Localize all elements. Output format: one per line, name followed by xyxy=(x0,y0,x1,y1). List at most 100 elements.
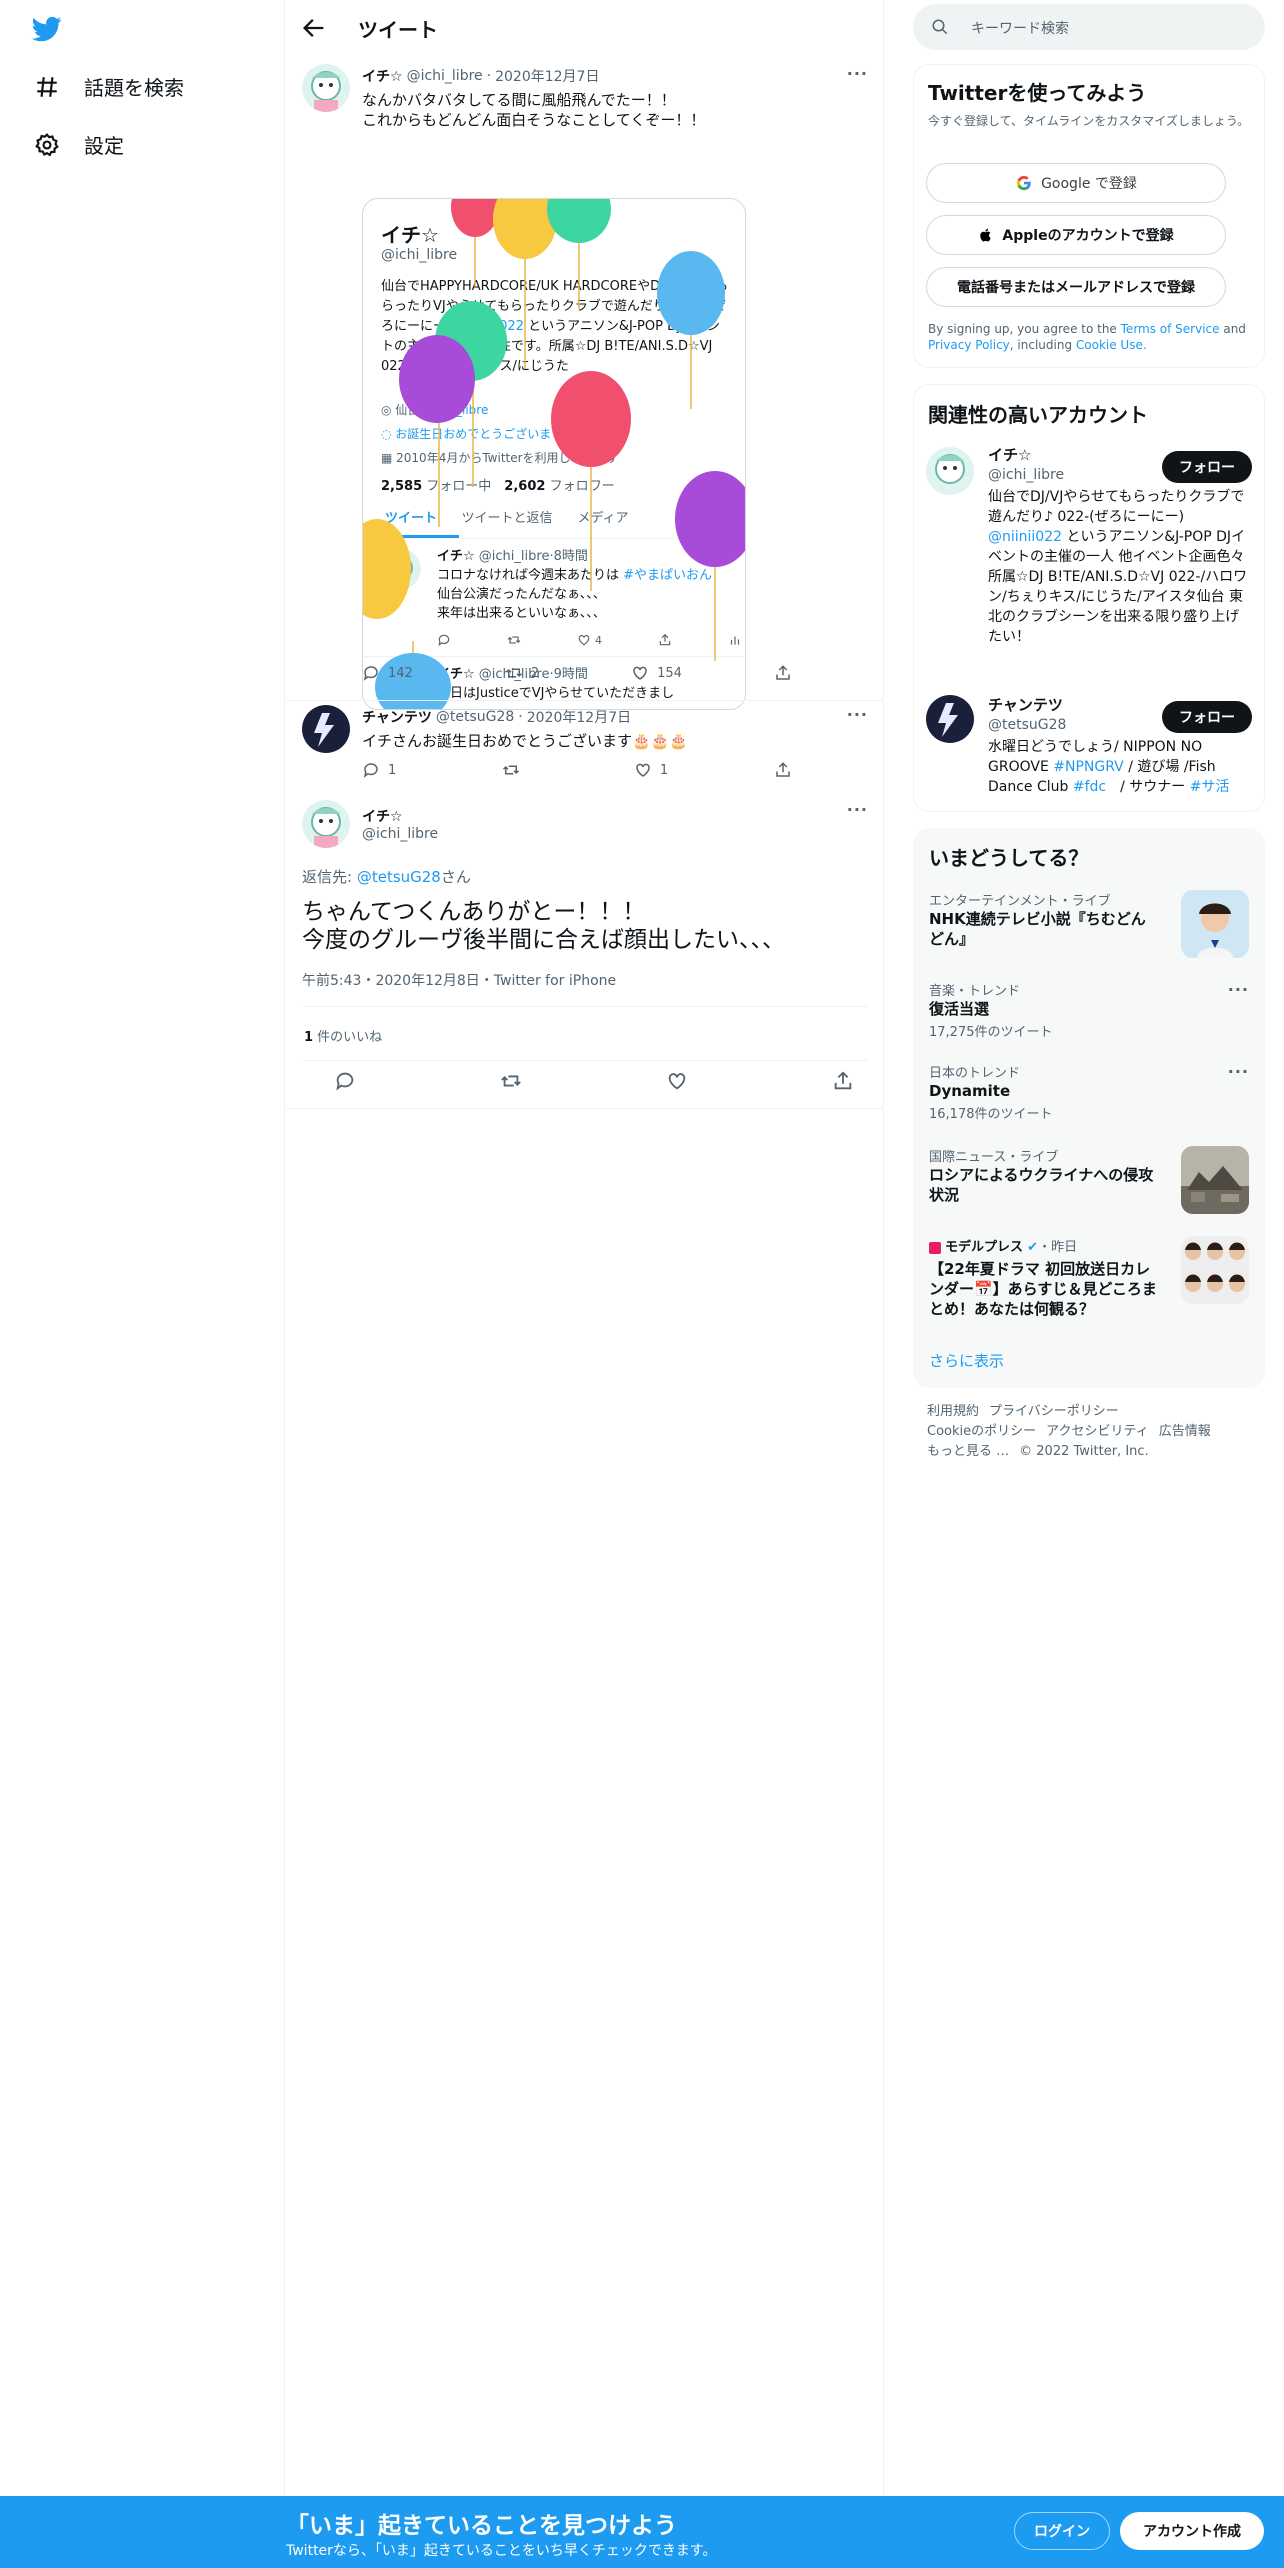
more-icon[interactable]: ··· xyxy=(847,64,868,83)
trend-title: 【22年夏ドラマ 初回放送日カレンダー📅】あらすじ＆見どころまとめ！あなたは何観… xyxy=(929,1260,1157,1318)
follow-button[interactable]: フォロー xyxy=(1162,451,1252,483)
heart-icon xyxy=(636,763,650,777)
tweet-date[interactable]: 2020年12月7日 xyxy=(495,66,599,86)
bottom-headline: 「いま」起きていることを見つけよう xyxy=(286,2513,677,2539)
reply-icon[interactable] xyxy=(334,1070,356,1092)
more-icon[interactable]: ··· xyxy=(847,800,868,819)
login-button[interactable]: ログイン xyxy=(1014,2512,1110,2550)
follow-button[interactable]: フォロー xyxy=(1162,701,1252,733)
nav-settings-label: 設定 xyxy=(84,134,124,158)
reply-handle-link[interactable]: @tetsuG28 xyxy=(357,868,441,886)
show-more-link[interactable]: さらに表示 xyxy=(929,1350,1004,1371)
terms-text: By signing up, you agree to the xyxy=(928,322,1121,336)
trend-title: 復活当選 xyxy=(929,1000,990,1018)
verified-icon: ✔ xyxy=(1027,1240,1039,1255)
twitter-logo-icon[interactable] xyxy=(30,14,64,44)
author-handle[interactable]: @ichi_libre xyxy=(362,826,438,842)
google-signup-label: Google で登録 xyxy=(1041,176,1137,192)
like-button[interactable]: 1 xyxy=(634,761,668,779)
bio-hashtag[interactable]: #サ活 xyxy=(1190,779,1230,795)
center-column: ツイート イチ☆ @ichi_libre · 2020年12月7日 なんかバタバ… xyxy=(286,0,884,2568)
footer-link-privacy[interactable]: プライバシーポリシー xyxy=(989,1404,1119,1419)
privacy-link[interactable]: Privacy Policy xyxy=(928,338,1010,352)
terms-text: , including xyxy=(1009,338,1076,352)
terms-link[interactable]: Terms of Service xyxy=(1121,322,1220,336)
tweet-reply[interactable]: チャンテツ @tetsuG28 · 2020年12月7日 イチさんお誕生日おめで… xyxy=(286,700,884,790)
email-signup-label: 電話番号またはメールアドレスで登録 xyxy=(957,280,1195,296)
retweet-button[interactable] xyxy=(502,761,528,779)
more-icon[interactable]: ··· xyxy=(1228,980,1249,999)
trend-item[interactable]: エンターテインメント・ライブ NHK連続テレビ小説『ちむどんどん』 xyxy=(929,890,1249,962)
back-arrow-icon[interactable] xyxy=(300,14,328,42)
author-name[interactable]: イチ☆ xyxy=(362,806,403,826)
share-icon xyxy=(776,762,790,777)
trend-item[interactable]: 日本のトレンド Dynamite 16,178件のツイート ··· xyxy=(929,1062,1249,1128)
share-button[interactable] xyxy=(774,761,792,779)
reply-icon xyxy=(363,666,378,681)
footer-link-cookies[interactable]: Cookieのポリシー xyxy=(927,1424,1036,1439)
avatar[interactable] xyxy=(926,695,974,743)
avatar[interactable] xyxy=(926,447,974,495)
tweet-body: チャンテツ @tetsuG28 · 2020年12月7日 イチさんお誕生日おめで… xyxy=(362,707,868,751)
search-bar[interactable]: キーワード検索 xyxy=(913,4,1265,50)
like-button[interactable]: 154 xyxy=(631,664,682,682)
avatar[interactable] xyxy=(302,705,350,753)
tweet-header: チャンテツ @tetsuG28 · 2020年12月7日 xyxy=(362,707,632,727)
avatar[interactable] xyxy=(302,800,350,848)
reply-suffix: さん xyxy=(440,868,471,886)
focused-tweet-actions xyxy=(334,1070,854,1092)
bio-hashtag[interactable]: #fdc xyxy=(1073,779,1106,795)
footer-link-accessibility[interactable]: アクセシビリティ xyxy=(1046,1424,1149,1439)
bio-hashtag[interactable]: #NPNGRV xyxy=(1053,759,1124,775)
heart-icon[interactable] xyxy=(666,1070,688,1092)
embedded-video-card[interactable]: イチ☆ @ichi_libre 仙台でHAPPYHARDCORE/UK HARD… xyxy=(362,198,746,710)
divider xyxy=(302,1060,868,1061)
focused-tweet-text: ちゃんてつくんありがとー！！！ 今度のグルーヴ後半間に合えば顔出したい、、、 xyxy=(302,898,785,954)
trend-item[interactable]: 音楽・トレンド 復活当選 17,275件のツイート ··· xyxy=(929,980,1249,1046)
trend-thumbnail xyxy=(1181,1146,1249,1214)
google-signup-button[interactable]: Google で登録 xyxy=(926,163,1226,203)
cookie-link[interactable]: Cookie Use. xyxy=(1076,338,1147,352)
footer-more-link[interactable]: もっと見る … xyxy=(927,1444,1009,1459)
author-name[interactable]: チャンテツ xyxy=(362,707,432,727)
footer-link-terms[interactable]: 利用規約 xyxy=(927,1404,979,1419)
bio-mention[interactable]: @niinii022 xyxy=(988,529,1062,545)
trend-title: Dynamite xyxy=(929,1082,1011,1100)
trend-category: 日本のトレンド xyxy=(929,1066,1021,1081)
retweet-icon[interactable] xyxy=(500,1070,522,1092)
share-button[interactable] xyxy=(774,664,792,682)
source-time: ・昨日 xyxy=(1038,1240,1078,1255)
tweet-date[interactable]: 2020年12月7日 xyxy=(527,707,631,727)
bio-text: 仙台でDJ/VJやらせてもらったりクラブで遊んだり♪ 022-(ぜろにーにー) xyxy=(988,489,1245,525)
create-account-button[interactable]: アカウント作成 xyxy=(1120,2512,1264,2550)
tweet-text: なんかバタバタしてる間に風船飛んでたー！！ これからもどんどん面白そうなことして… xyxy=(362,90,868,130)
related-title: 関連性の高いアカウント xyxy=(928,403,1148,427)
likes-summary[interactable]: 1 件のいいね xyxy=(304,1026,382,1045)
search-input[interactable]: キーワード検索 xyxy=(971,18,1069,38)
trend-item[interactable]: 国際ニュース・ライブ ロシアによるウクライナへの侵攻状況 xyxy=(929,1146,1249,1218)
signup-subtitle: 今すぐ登録して、タイムラインをカスタマイズしましょう。 xyxy=(928,114,1250,128)
author-handle[interactable]: @tetsuG28 xyxy=(436,709,514,725)
nav-explore[interactable]: 話題を検索 xyxy=(34,72,184,101)
heart-icon xyxy=(633,666,647,680)
tweet-balloons[interactable]: イチ☆ @ichi_libre · 2020年12月7日 なんかバタバタしてる間… xyxy=(286,60,884,710)
avatar[interactable] xyxy=(302,64,350,112)
gear-icon xyxy=(35,132,59,157)
reply-button[interactable]: 142 xyxy=(362,664,413,682)
email-signup-button[interactable]: 電話番号またはメールアドレスで登録 xyxy=(926,267,1226,307)
footer-link-ads[interactable]: 広告情報 xyxy=(1159,1424,1211,1439)
author-handle[interactable]: @ichi_libre xyxy=(407,68,483,84)
trend-item[interactable]: モデルプレス ✔・昨日 【22年夏ドラマ 初回放送日カレンダー📅】あらすじ＆見ど… xyxy=(929,1236,1249,1336)
bio-text: / サウナー xyxy=(1106,779,1190,795)
reply-button[interactable]: 1 xyxy=(362,761,396,779)
likes-count: 1 xyxy=(304,1030,314,1045)
more-icon[interactable]: ··· xyxy=(847,705,868,724)
retweet-button[interactable]: 2 xyxy=(505,664,539,682)
trend-count: 16,178件のツイート xyxy=(929,1107,1053,1122)
more-icon[interactable]: ··· xyxy=(1228,1062,1249,1081)
share-icon[interactable] xyxy=(832,1070,854,1092)
tweet-meta[interactable]: 午前5:43・2020年12月8日・Twitter for iPhone xyxy=(302,970,616,990)
nav-settings[interactable]: 設定 xyxy=(34,130,124,159)
apple-signup-button[interactable]: Appleのアカウントで登録 xyxy=(926,215,1226,255)
author-name[interactable]: イチ☆ xyxy=(362,66,403,86)
